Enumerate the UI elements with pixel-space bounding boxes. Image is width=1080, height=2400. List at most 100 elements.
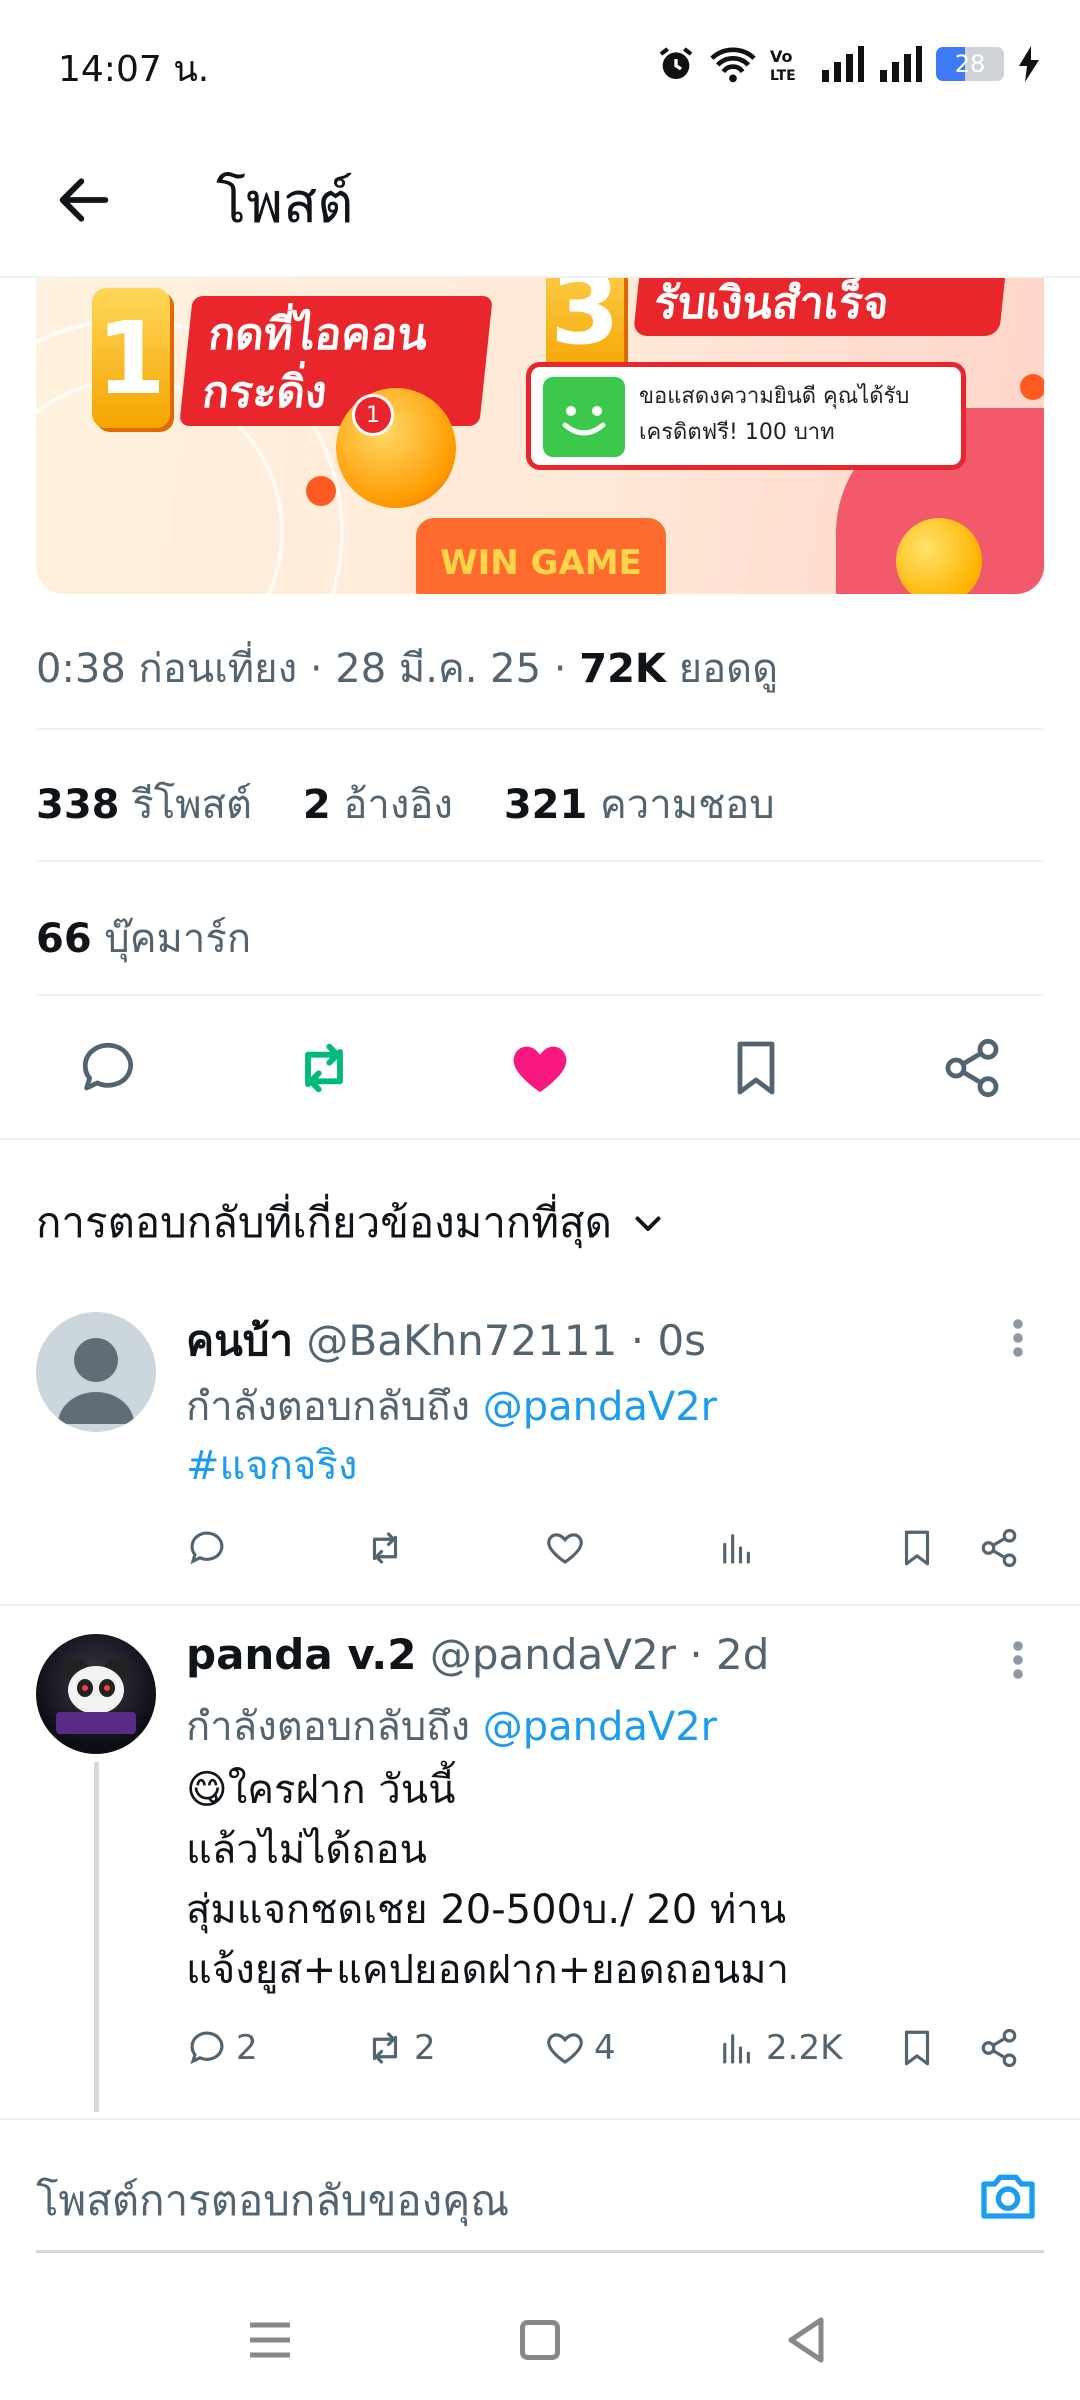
home-icon[interactable] [510, 2310, 570, 2370]
reply-icon [190, 1531, 224, 1565]
reply-sort-selector[interactable]: การตอบกลับที่เกี่ยวข้องมากที่สุด [36, 1190, 666, 1256]
meta-separator: · [297, 646, 336, 692]
display-name[interactable]: คนบ้า [186, 1316, 293, 1365]
reply-text[interactable]: #แจกจริง [186, 1436, 357, 1496]
reply-views-button[interactable] [716, 1526, 766, 1570]
repost-icon[interactable] [292, 1036, 356, 1100]
display-name[interactable]: panda v.2 [186, 1630, 416, 1679]
system-nav-bar [0, 2280, 1080, 2400]
share-icon[interactable] [940, 1036, 1004, 1100]
views-icon [723, 1534, 750, 1564]
reposts-stat[interactable]: 338 รีโพสต์ [36, 782, 252, 828]
reply-icon[interactable] [76, 1036, 140, 1100]
reply-repost-button[interactable] [364, 1526, 414, 1570]
page-title: โพสต์ [216, 171, 354, 236]
post-image[interactable]: 1 กดที่ไอคอน กระดิ่ง 3 รับเงินสำเร็จ ขอแ… [36, 278, 1044, 594]
reply-header: คนบ้า @BaKhn72111 · 0s [186, 1316, 707, 1365]
replying-to: กำลังตอบกลับถึง @pandaV2r [186, 1374, 717, 1438]
avatar[interactable] [36, 1634, 156, 1754]
repost-icon [372, 2032, 398, 2064]
more-icon[interactable] [1010, 1640, 1026, 1680]
divider [36, 994, 1044, 996]
reposts-label: รีโพสต์ [132, 782, 252, 828]
reply-composer-input[interactable]: โพสต์การตอบกลับของคุณ [36, 2168, 509, 2234]
status-icons: Vo LTE 28 [656, 36, 1040, 92]
divider [0, 2118, 1080, 2120]
post-time: 0:38 ก่อนเที่ยง [36, 646, 298, 692]
reply-comment-button[interactable] [186, 1526, 236, 1570]
replying-to: กำลังตอบกลับถึง @pandaV2r [186, 1694, 717, 1758]
reply-bookmark-button[interactable] [896, 1526, 938, 1570]
reply-text[interactable]: 😋ใครฝาก วันนี้ แล้วไม่ได้ถอน สุ่มแจกชดเช… [186, 1760, 789, 2000]
battery-icon: 28 [936, 47, 1004, 81]
camera-icon[interactable] [976, 2164, 1040, 2228]
decor-dot [306, 476, 336, 506]
chevron-down-icon [635, 1216, 661, 1231]
reply-age: 2d [716, 1630, 770, 1679]
handle[interactable]: @pandaV2r [430, 1630, 676, 1679]
divider [36, 728, 1044, 730]
status-time: 14:07 น. [58, 49, 210, 90]
notice-card: ขอแสดงความยินดี คุณได้รับ เครดิตฟรี! 100… [526, 362, 966, 470]
reply-like-button[interactable] [544, 1526, 594, 1570]
avatar[interactable] [36, 1312, 156, 1432]
volte-icon: Vo LTE [770, 47, 796, 84]
reply-icon [190, 2031, 224, 2065]
mention-link[interactable]: @pandaV2r [483, 1384, 717, 1430]
bookmarks-label: บุ๊คมาร์ก [104, 916, 252, 962]
back-arrow-icon[interactable] [52, 168, 116, 232]
views-label: ยอดดู [678, 646, 779, 692]
like-count: 4 [594, 2028, 616, 2068]
likes-label: ความชอบ [600, 782, 775, 828]
bookmark-icon[interactable] [724, 1036, 788, 1100]
replying-prefix: กำลังตอบกลับถึง [186, 1704, 470, 1750]
more-icon[interactable] [1010, 1318, 1026, 1358]
smiley-icon [543, 377, 625, 457]
back-triangle-icon[interactable] [776, 2310, 836, 2370]
brand-logo: WIN GAME [416, 518, 666, 594]
header: โพสต์ [0, 120, 1080, 278]
notice-text: ขอแสดงความยินดี คุณได้รับ เครดิตฟรี! 100… [639, 384, 910, 445]
battery-level: 28 [954, 50, 986, 78]
reply-bookmark-button[interactable] [896, 2026, 938, 2070]
reply-repost-button[interactable]: 2 [364, 2026, 436, 2070]
quotes-label: อ้างอิง [343, 782, 453, 828]
reply-share-button[interactable] [978, 2026, 1020, 2070]
mention-link[interactable]: @pandaV2r [483, 1704, 717, 1750]
share-icon [981, 1528, 1017, 1568]
thread-line [94, 1762, 99, 2112]
reply-comment-button[interactable]: 2 [186, 2026, 258, 2070]
reply-like-button[interactable]: 4 [544, 2026, 616, 2070]
quotes-count: 2 [302, 782, 331, 828]
wifi-icon [710, 47, 756, 83]
divider [0, 1138, 1080, 1140]
bell-badge: 1 [352, 394, 394, 436]
likes-stat[interactable]: 321 ความชอบ [504, 782, 775, 828]
default-avatar-icon [58, 1338, 134, 1424]
heart-icon [547, 1533, 583, 1564]
reply-header: panda v.2 @pandaV2r · 2d [186, 1630, 770, 1679]
quotes-stat[interactable]: 2 อ้างอิง [303, 782, 453, 828]
reply-share-button[interactable] [978, 1526, 1020, 1570]
reply-views-button[interactable]: 2.2K [716, 2026, 842, 2070]
bookmark-icon [904, 1530, 930, 1566]
status-bar: 14:07 น. Vo LTE 28 [0, 0, 1080, 120]
views-count: 72K [579, 646, 666, 692]
divider [36, 860, 1044, 862]
comment-count: 2 [236, 2028, 258, 2068]
divider [0, 1604, 1080, 1606]
engagement-stats: 338 รีโพสต์ 2 อ้างอิง 321 ความชอบ [36, 772, 775, 836]
likes-count: 321 [503, 782, 588, 828]
reposts-count: 338 [36, 782, 120, 828]
handle[interactable]: @BaKhn72111 [306, 1316, 617, 1365]
share-icon [981, 2028, 1017, 2068]
menu-icon[interactable] [240, 2310, 300, 2370]
step-3-text: รับเงินสำเร็จ [632, 278, 1006, 336]
step-1-number: 1 [92, 288, 170, 428]
charging-icon [1019, 46, 1039, 82]
heart-icon[interactable] [508, 1036, 572, 1100]
post-date: 28 มี.ค. 25 [335, 646, 542, 692]
reply-age: 0s [657, 1316, 707, 1365]
bookmarks-stat[interactable]: 66 บุ๊คมาร์ก [36, 906, 251, 970]
reply-sort-label: การตอบกลับที่เกี่ยวข้องมากที่สุด [36, 1198, 612, 1247]
